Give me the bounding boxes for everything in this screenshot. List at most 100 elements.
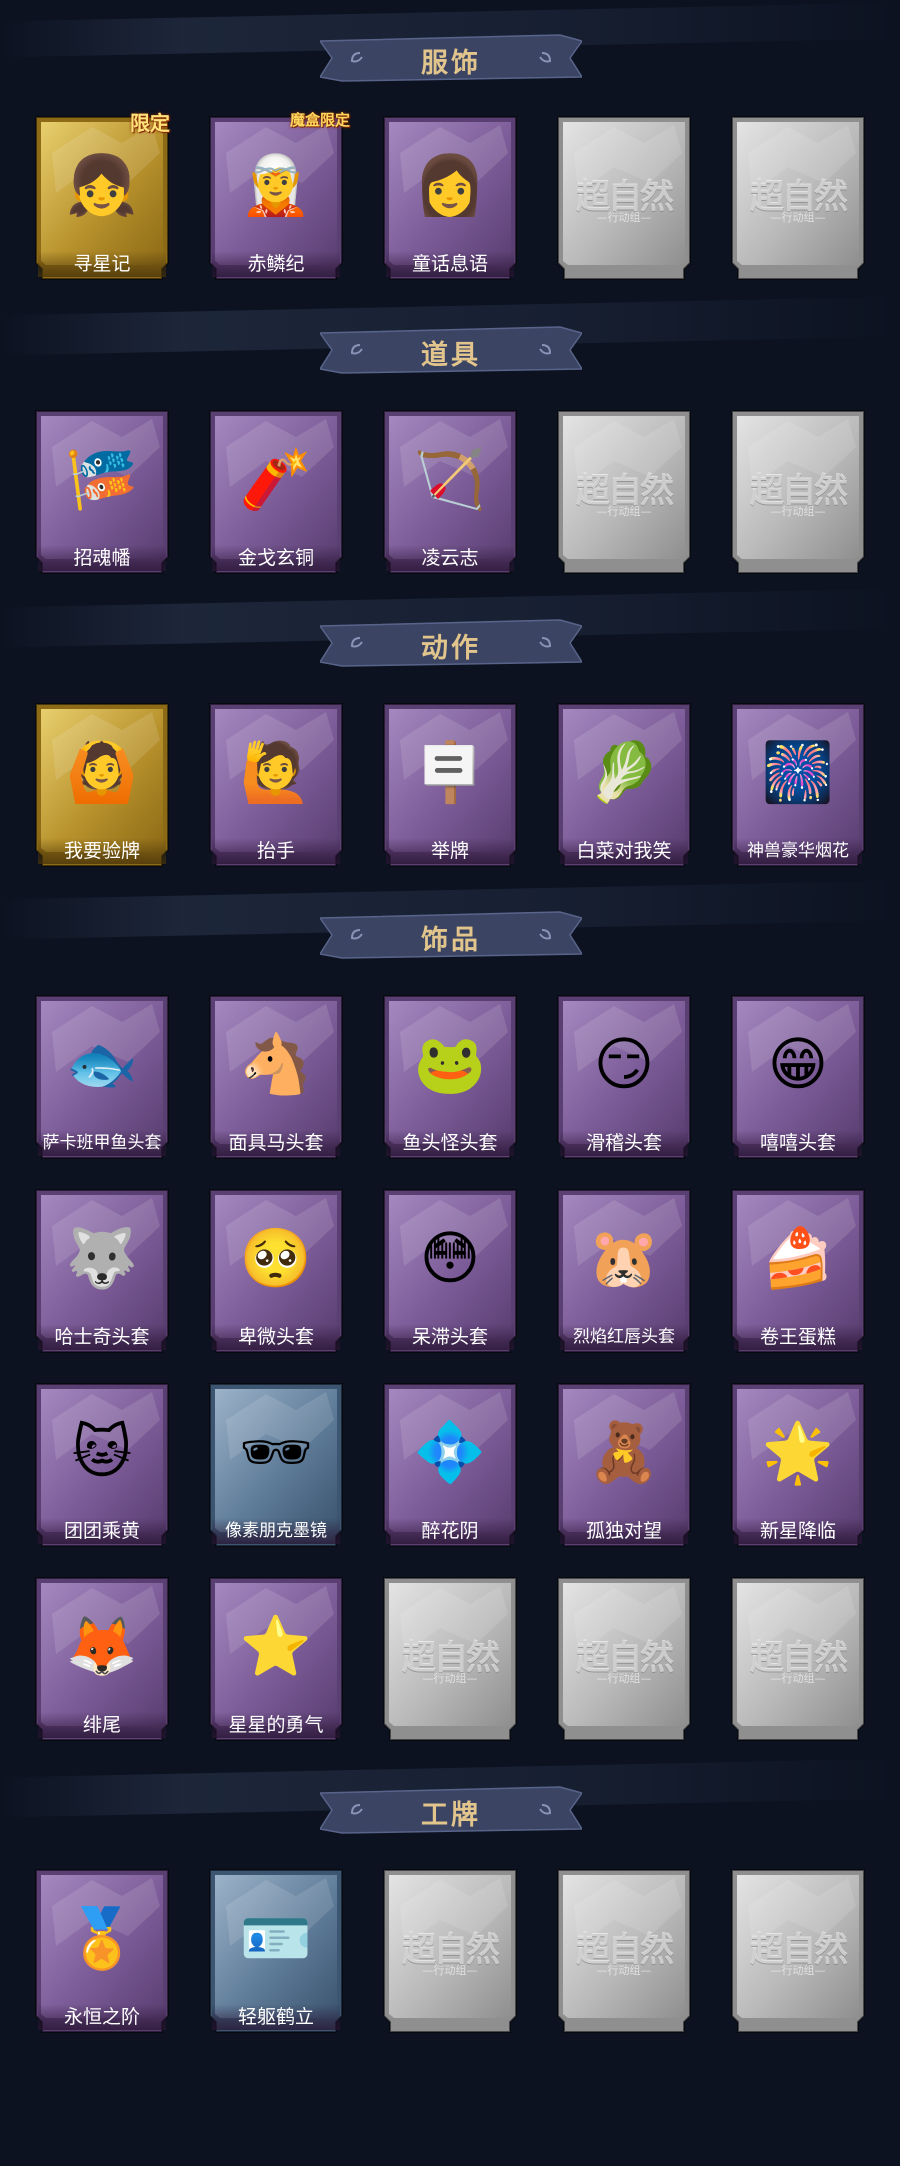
item-label: 抬手: [212, 838, 340, 864]
item-label: 哈士奇头套: [38, 1324, 166, 1350]
item-label: 我要验牌: [38, 838, 166, 864]
item-label: 鱼头怪头套: [386, 1130, 514, 1156]
item-label: 永恒之阶: [38, 2004, 166, 2030]
limited-tag: 限定: [130, 111, 170, 135]
item-card[interactable]: 🥺 卑微头套: [206, 1186, 346, 1356]
item-card[interactable]: 🐴 面具马头套: [206, 992, 346, 1162]
humble-face-mask-icon: 🥺: [239, 1224, 313, 1292]
empty-slot: 超自然 —行动组—: [554, 407, 694, 577]
item-card[interactable]: 🐹 烈焰红唇头套: [554, 1186, 694, 1356]
golden-badge-icon: 🏅: [65, 1904, 139, 1972]
limited-tag: 魔盒限定: [289, 111, 350, 129]
item-card[interactable]: 🥬 白菜对我笑: [554, 700, 694, 870]
watermark-subtitle: —行动组—: [596, 211, 652, 224]
roll-cake-icon: 🍰: [761, 1224, 835, 1292]
item-label: 团团乘黄: [38, 1518, 166, 1544]
item-label: 凌云志: [386, 545, 514, 571]
dragon-girl-costume-icon: 🧝: [239, 151, 313, 219]
item-card[interactable]: 🐱 团团乘黄: [32, 1380, 172, 1550]
item-label: 呆滞头套: [386, 1324, 514, 1350]
watermark-subtitle: —行动组—: [422, 1672, 478, 1685]
empty-slot: 超自然 —行动组—: [554, 1866, 694, 2036]
item-label: 萨卡班甲鱼头套: [38, 1130, 166, 1156]
item-card[interactable]: 🕶 像素朋克墨镜: [206, 1380, 346, 1550]
item-label: 神兽豪华烟花: [734, 838, 862, 864]
item-label: 星星的勇气: [212, 1712, 340, 1738]
grin-face-mask-icon: 😁: [767, 1030, 829, 1098]
watermark-subtitle: —行动组—: [770, 211, 826, 224]
section-banner: 动作: [320, 618, 582, 668]
item-card[interactable]: 😏 滑稽头套: [554, 992, 694, 1162]
item-card[interactable]: 🙋 抬手: [206, 700, 346, 870]
item-card[interactable]: 😁 嘻嘻头套: [728, 992, 868, 1162]
raise-hand-pose-icon: 🙋: [239, 738, 313, 806]
check-cards-pose-icon: 🙆: [65, 738, 139, 806]
item-label: 绯尾: [38, 1712, 166, 1738]
item-card[interactable]: 💠 醉花阴: [380, 1380, 520, 1550]
green-fish-mask-icon: 🐸: [413, 1030, 487, 1098]
item-label: 轻躯鹤立: [212, 2004, 340, 2030]
item-label: 寻星记: [38, 251, 166, 277]
section-title: 饰品: [421, 925, 481, 956]
section-banner: 饰品: [320, 910, 582, 960]
item-card[interactable]: 🪧 举牌: [380, 700, 520, 870]
item-card[interactable]: 😳 呆滞头套: [380, 1186, 520, 1356]
item-label: 孤独对望: [560, 1518, 688, 1544]
item-label: 嘻嘻头套: [734, 1130, 862, 1156]
empty-slot: 超自然 —行动组—: [380, 1866, 520, 2036]
section-banner: 道具: [320, 325, 582, 375]
watermark-subtitle: —行动组—: [422, 1964, 478, 1977]
item-card[interactable]: 🏅 永恒之阶: [32, 1866, 172, 2036]
star-hero-costume-icon: 👧: [65, 151, 139, 219]
watermark-subtitle: —行动组—: [596, 505, 652, 518]
empty-slot: 超自然 —行动组—: [728, 1574, 868, 1744]
pixel-sunglasses-icon: 🕶: [239, 1418, 313, 1486]
empty-slot: 超自然 —行动组—: [728, 1866, 868, 2036]
flower-ornament-icon: 💠: [413, 1418, 487, 1486]
item-card[interactable]: 🐺 哈士奇头套: [32, 1186, 172, 1356]
crossbow-icon: 🏹: [413, 445, 487, 513]
item-card[interactable]: 🧸 孤独对望: [554, 1380, 694, 1550]
husky-mask-icon: 🐺: [65, 1224, 139, 1292]
item-label: 面具马头套: [212, 1130, 340, 1156]
item-card[interactable]: 🧨 金戈玄铜: [206, 407, 346, 577]
item-label: 像素朋克墨镜: [212, 1518, 340, 1544]
item-card[interactable]: 🐸 鱼头怪头套: [380, 992, 520, 1162]
cabbage-smile-pose-icon: 🥬: [587, 738, 661, 806]
item-card[interactable]: 🦊 绯尾: [32, 1574, 172, 1744]
item-label: 招魂幡: [38, 545, 166, 571]
item-card[interactable]: 🎏 招魂幡: [32, 407, 172, 577]
watermark-subtitle: —行动组—: [596, 1964, 652, 1977]
item-card[interactable]: 🐟 萨卡班甲鱼头套: [32, 992, 172, 1162]
item-card[interactable]: ⭐ 星星的勇气: [206, 1574, 346, 1744]
item-card[interactable]: 🏹 凌云志: [380, 407, 520, 577]
section-banner: 服饰: [320, 33, 582, 83]
item-card[interactable]: 🌟 新星降临: [728, 1380, 868, 1550]
item-label: 烈焰红唇头套: [560, 1324, 688, 1350]
spirit-banner-icon: 🎏: [65, 445, 139, 513]
section-title: 服饰: [421, 48, 481, 79]
star-courage-keychain-icon: ⭐: [239, 1612, 313, 1680]
item-card[interactable]: 👩 童话息语: [380, 113, 520, 283]
item-label: 卑微头套: [212, 1324, 340, 1350]
fish-head-icon: 🐟: [65, 1030, 139, 1098]
item-card[interactable]: 🪪 轻躯鹤立: [206, 1866, 346, 2036]
funny-face-mask-icon: 😏: [593, 1030, 655, 1098]
item-card[interactable]: 🎆 神兽豪华烟花: [728, 700, 868, 870]
item-label: 金戈玄铜: [212, 545, 340, 571]
item-label: 醉花阴: [386, 1518, 514, 1544]
item-card[interactable]: 🙆 我要验牌: [32, 700, 172, 870]
fairytale-girl-costume-icon: 👩: [413, 151, 487, 219]
item-label: 卷王蛋糕: [734, 1324, 862, 1350]
pikachu-lips-mask-icon: 🐹: [587, 1224, 661, 1292]
item-label: 举牌: [386, 838, 514, 864]
item-label: 童话息语: [386, 251, 514, 277]
item-card[interactable]: 👧 限定寻星记: [32, 111, 172, 283]
empty-slot: 超自然 —行动组—: [728, 407, 868, 577]
section-banner: 工牌: [320, 1785, 582, 1835]
item-label: 新星降临: [734, 1518, 862, 1544]
item-card[interactable]: 🍰 卷王蛋糕: [728, 1186, 868, 1356]
keychain-figure-icon: 🧸: [587, 1418, 661, 1486]
item-card[interactable]: 🧝 魔盒限定 赤鳞纪: [206, 111, 350, 283]
fluffy-beast-icon: 🐱: [71, 1418, 133, 1486]
